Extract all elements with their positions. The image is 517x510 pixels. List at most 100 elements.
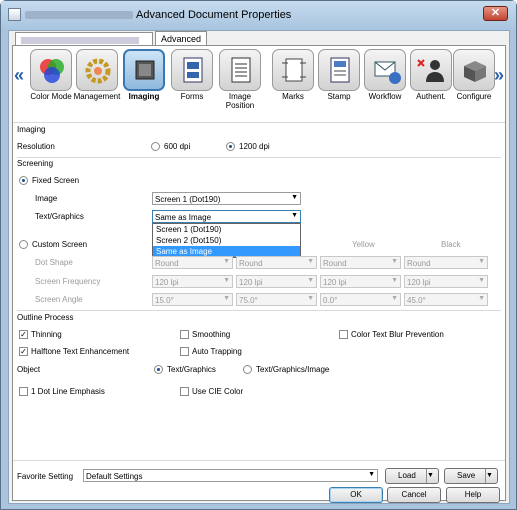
favorite-setting-value: Default Settings: [86, 472, 143, 481]
ok-button[interactable]: OK: [329, 487, 383, 503]
screening-divider: [17, 310, 501, 311]
ribbon-item-imaging[interactable]: Imaging: [120, 49, 168, 101]
help-button[interactable]: Help: [446, 487, 500, 503]
load-button-label: Load: [398, 471, 416, 480]
text-graphics-value: Same as Image: [155, 213, 212, 222]
custom-screen-radio[interactable]: [19, 240, 28, 249]
select-value: Round: [407, 259, 431, 268]
chevron-down-icon: ▼: [391, 277, 398, 284]
favorite-setting-label: Favorite Setting: [17, 472, 74, 481]
ribbon-item-marks[interactable]: Marks: [269, 49, 317, 101]
select-value: Round: [239, 259, 263, 268]
save-button[interactable]: Save ▼: [444, 468, 498, 484]
chevron-down-icon: ▼: [291, 194, 298, 201]
smoothing-checkbox[interactable]: [180, 330, 189, 339]
screen-angle-label: Screen Angle: [35, 295, 83, 304]
text-graphics-dropdown-list: Screen 1 (Dot190) Screen 2 (Dot150) Same…: [152, 223, 301, 258]
thinning-checkbox[interactable]: ✓: [19, 330, 28, 339]
thinning-label: Thinning: [31, 330, 62, 339]
footer-divider: [13, 460, 505, 461]
auto-trapping-checkbox[interactable]: [180, 347, 189, 356]
tab-advanced[interactable]: Advanced: [155, 31, 208, 46]
dot-shape-select-4[interactable]: Round ▼: [404, 256, 488, 269]
color-blur-checkbox[interactable]: [339, 330, 348, 339]
ribbon-item-authentication[interactable]: Authent.: [407, 49, 455, 101]
client-area: Advanced « » Color Mode Management Imagi…: [8, 30, 510, 504]
object-text-graphics-image-radio[interactable]: [243, 365, 252, 374]
select-value: Round: [323, 259, 347, 268]
save-button-label: Save: [457, 471, 476, 480]
scroll-left-arrow-icon[interactable]: «: [14, 65, 24, 86]
dot-line-label: 1 Dot Line Emphasis: [31, 387, 105, 396]
ribbon-label: Stamp: [327, 92, 351, 101]
chevron-down-icon: ▼: [478, 295, 485, 302]
use-cie-label: Use CIE Color: [192, 387, 244, 396]
configure-icon: [453, 49, 495, 91]
chevron-down-icon: ▼: [223, 295, 230, 302]
custom-screen-label: Custom Screen: [32, 240, 88, 249]
ribbon-label: Imaging: [128, 92, 160, 101]
column-yellow-label: Yellow: [352, 240, 375, 249]
ribbon-label: Workflow: [368, 92, 402, 101]
select-value: 15.0°: [155, 296, 174, 305]
fixed-screen-radio[interactable]: [19, 176, 28, 185]
tab-blurred[interactable]: [15, 32, 153, 46]
dot-shape-select-3[interactable]: Round ▼: [320, 256, 401, 269]
chevron-down-icon: ▼: [223, 258, 230, 265]
select-value: Round: [155, 259, 179, 268]
select-value: 45.0°: [407, 296, 426, 305]
text-graphics-select[interactable]: Same as Image ▼: [152, 210, 301, 223]
title-bar[interactable]: Advanced Document Properties ✕: [1, 1, 516, 29]
dot-shape-select-2[interactable]: Round ▼: [236, 256, 317, 269]
dot-shape-select-1[interactable]: Round ▼: [152, 256, 233, 269]
dropdown-option-screen1[interactable]: Screen 1 (Dot190): [153, 224, 300, 235]
angle-select-4[interactable]: 45.0° ▼: [404, 293, 488, 306]
printer-app-icon: [8, 8, 21, 21]
object-text-graphics-label: Text/Graphics: [167, 365, 216, 374]
close-button[interactable]: ✕: [483, 6, 508, 21]
select-value: 120 lpi: [239, 278, 263, 287]
favorite-setting-select[interactable]: Default Settings ▼: [83, 469, 378, 482]
resolution-1200-radio[interactable]: [226, 142, 235, 151]
authentication-icon: [410, 49, 452, 91]
frequency-select-4[interactable]: 120 lpi ▼: [404, 275, 488, 288]
halftone-checkbox[interactable]: ✓: [19, 347, 28, 356]
cancel-button[interactable]: Cancel: [387, 487, 441, 503]
ribbon-item-color-mode[interactable]: Color Mode: [27, 49, 75, 101]
resolution-600-radio[interactable]: [151, 142, 160, 151]
load-menu-arrow-icon[interactable]: ▼: [426, 469, 438, 483]
object-label: Object: [17, 365, 41, 374]
ribbon-item-image-position[interactable]: Image Position: [216, 49, 264, 110]
load-button[interactable]: Load ▼: [385, 468, 439, 484]
angle-select-3[interactable]: 0.0° ▼: [320, 293, 401, 306]
select-value: 120 lpi: [155, 278, 179, 287]
save-menu-arrow-icon[interactable]: ▼: [485, 469, 497, 483]
object-text-graphics-radio[interactable]: [154, 365, 163, 374]
chevron-down-icon: ▼: [291, 212, 298, 219]
ribbon-item-management[interactable]: Management: [73, 49, 121, 101]
ribbon-item-forms[interactable]: Forms: [168, 49, 216, 101]
ribbon-item-stamp[interactable]: Stamp: [315, 49, 363, 101]
management-icon: [76, 49, 118, 91]
angle-select-2[interactable]: 75.0° ▼: [236, 293, 317, 306]
select-value: 0.0°: [323, 296, 338, 305]
image-position-icon: [219, 49, 261, 91]
dropdown-option-screen2[interactable]: Screen 2 (Dot150): [153, 235, 300, 246]
image-screen-value: Screen 1 (Dot190): [155, 195, 221, 204]
chevron-down-icon: ▼: [307, 277, 314, 284]
imaging-divider: [17, 157, 501, 158]
select-value: 75.0°: [239, 296, 258, 305]
resolution-600-label: 600 dpi: [164, 142, 191, 151]
ribbon-label: Color Mode: [30, 92, 72, 101]
dot-line-checkbox[interactable]: [19, 387, 28, 396]
chevron-down-icon: ▼: [307, 258, 314, 265]
use-cie-checkbox[interactable]: [180, 387, 189, 396]
angle-select-1[interactable]: 15.0° ▼: [152, 293, 233, 306]
frequency-select-1[interactable]: 120 lpi ▼: [152, 275, 233, 288]
frequency-select-2[interactable]: 120 lpi ▼: [236, 275, 317, 288]
auto-trapping-label: Auto Trapping: [192, 347, 242, 356]
ribbon-item-configure[interactable]: Configure: [450, 49, 498, 101]
ribbon-item-workflow[interactable]: Workflow: [361, 49, 409, 101]
frequency-select-3[interactable]: 120 lpi ▼: [320, 275, 401, 288]
image-screen-select[interactable]: Screen 1 (Dot190) ▼: [152, 192, 301, 205]
